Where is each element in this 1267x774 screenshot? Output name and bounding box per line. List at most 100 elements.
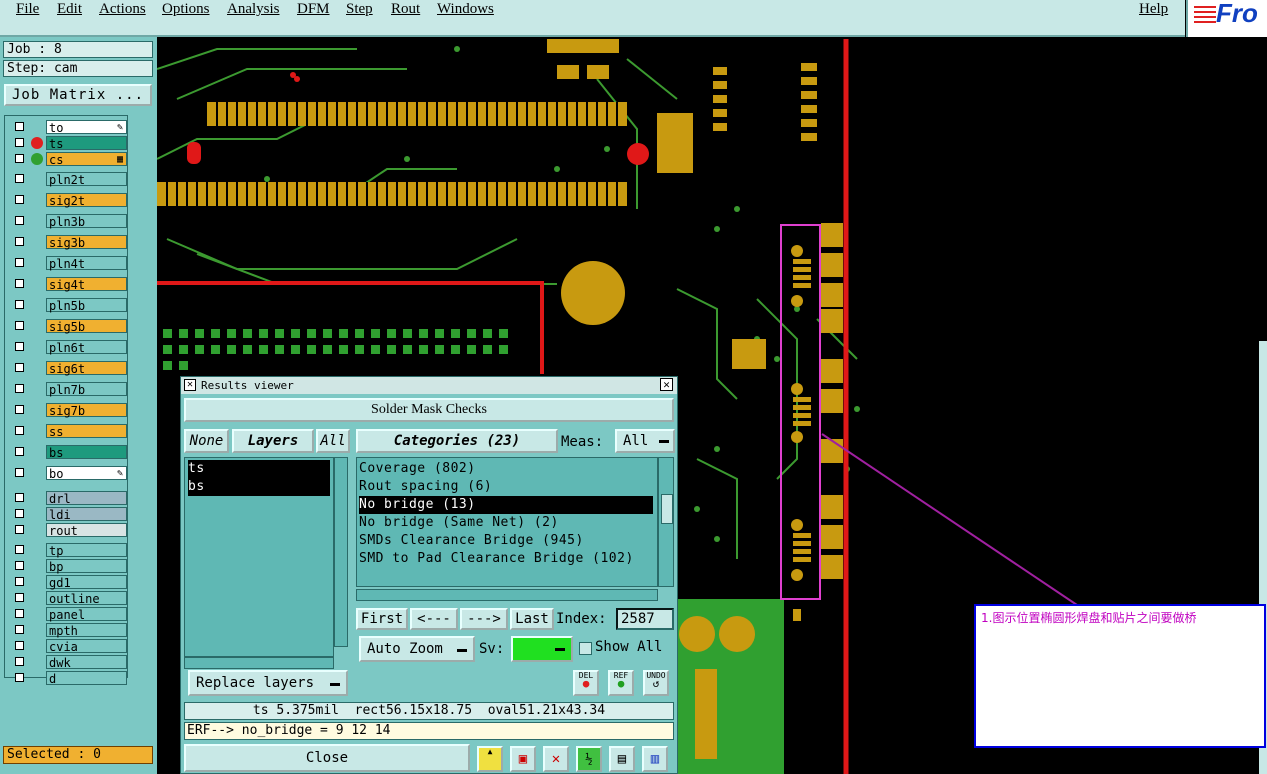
category-item[interactable]: SMD to Pad Clearance Bridge (102) <box>359 550 653 568</box>
layer-row-pln2t[interactable]: pln2t <box>9 172 127 187</box>
layer-checkbox[interactable] <box>15 447 24 456</box>
layer-checkbox[interactable] <box>15 216 24 225</box>
no-ref-icon[interactable]: ✕ <box>543 746 569 772</box>
menu-edit[interactable]: Edit <box>57 1 82 18</box>
menu-dfm[interactable]: DFM <box>297 1 330 18</box>
layer-checkbox[interactable] <box>15 657 24 666</box>
layer-checkbox[interactable] <box>15 122 24 131</box>
layer-name[interactable]: sig6t <box>46 361 127 376</box>
layer-checkbox[interactable] <box>15 195 24 204</box>
layer-name[interactable]: pln5b <box>46 298 127 313</box>
layer-checkbox[interactable] <box>15 641 24 650</box>
layer-name[interactable]: to ✎ <box>46 120 127 135</box>
layer-name[interactable]: bp <box>46 559 127 574</box>
layer-row-bs[interactable]: bs <box>9 445 127 460</box>
layers-hscroll[interactable] <box>184 657 334 669</box>
layer-checkbox[interactable] <box>15 609 24 618</box>
category-item[interactable]: Rout spacing (6) <box>359 478 653 496</box>
layer-item-ts[interactable]: ts <box>188 460 330 478</box>
layer-name[interactable]: pln4t <box>46 256 127 271</box>
show-all-checkbox[interactable] <box>579 642 592 655</box>
layer-checkbox[interactable] <box>15 342 24 351</box>
close-button[interactable]: Close <box>184 744 470 772</box>
layer-name[interactable]: ldi <box>46 507 127 522</box>
category-item[interactable]: No bridge (13) <box>359 496 653 514</box>
layer-checkbox[interactable] <box>15 154 24 163</box>
layer-name[interactable]: pln2t <box>46 172 127 187</box>
layer-name[interactable]: outline <box>46 591 127 606</box>
layer-row-cvia[interactable]: cvia <box>9 639 127 654</box>
categories-hscroll[interactable] <box>356 589 658 601</box>
menu-actions[interactable]: Actions <box>99 1 146 18</box>
category-item[interactable]: No bridge (Same Net) (2) <box>359 514 653 532</box>
results-viewer-titlebar[interactable]: ✕ Results viewer ✕ <box>181 377 677 394</box>
layer-name[interactable]: pln3b <box>46 214 127 229</box>
layer-row-pln6t[interactable]: pln6t <box>9 340 127 355</box>
layer-checkbox[interactable] <box>15 405 24 414</box>
menu-help[interactable]: Help <box>1139 1 1168 18</box>
layer-name[interactable]: sig4t <box>46 277 127 292</box>
layer-name[interactable]: bo ✎ <box>46 466 127 481</box>
layer-checkbox[interactable] <box>15 545 24 554</box>
layer-checkbox[interactable] <box>15 593 24 602</box>
layer-row-pln3b[interactable]: pln3b <box>9 214 127 229</box>
layer-name[interactable]: bs <box>46 445 127 460</box>
menu-rout[interactable]: Rout <box>391 1 420 18</box>
layer-row-dwk[interactable]: dwk <box>9 655 127 670</box>
menu-analysis[interactable]: Analysis <box>227 1 280 18</box>
category-item[interactable]: Coverage (802) <box>359 460 653 478</box>
layer-row-rout[interactable]: rout <box>9 523 127 538</box>
layer-checkbox[interactable] <box>15 561 24 570</box>
export-icon[interactable]: ▣ <box>510 746 536 772</box>
layer-checkbox[interactable] <box>15 384 24 393</box>
layer-checkbox[interactable] <box>15 577 24 586</box>
layer-checkbox[interactable] <box>15 300 24 309</box>
next-button[interactable]: ---> <box>460 608 508 630</box>
layer-row-ldi[interactable]: ldi <box>9 507 127 522</box>
categories-vscroll[interactable] <box>658 457 674 587</box>
layer-name[interactable]: sig3b <box>46 235 127 250</box>
layer-row-sig6t[interactable]: sig6t <box>9 361 127 376</box>
layer-checkbox[interactable] <box>15 174 24 183</box>
layer-checkbox[interactable] <box>15 493 24 502</box>
scroll-thumb[interactable] <box>661 494 673 524</box>
layer-name[interactable]: d <box>46 671 127 686</box>
layer-row-outline[interactable]: outline <box>9 591 127 606</box>
layer-row-cs[interactable]: cs ▦ <box>9 152 127 167</box>
layers-list[interactable]: ts bs <box>184 457 334 657</box>
layer-row-to[interactable]: to ✎ <box>9 120 127 135</box>
solder-mask-checks-button[interactable]: Solder Mask Checks <box>184 398 674 422</box>
layer-row-mpth[interactable]: mpth <box>9 623 127 638</box>
layer-name[interactable]: sig2t <box>46 193 127 208</box>
report-icon[interactable]: ▤ <box>609 746 635 772</box>
layer-name[interactable]: dwk <box>46 655 127 670</box>
layers-vscroll[interactable] <box>334 457 348 647</box>
category-item[interactable]: SMDs Clearance Bridge (945) <box>359 532 653 550</box>
prev-button[interactable]: <--- <box>410 608 458 630</box>
layer-checkbox[interactable] <box>15 138 24 147</box>
layer-checkbox[interactable] <box>15 509 24 518</box>
job-matrix-button[interactable]: Job Matrix ... <box>4 84 152 106</box>
close-icon[interactable]: ✕ <box>660 378 673 391</box>
menu-windows[interactable]: Windows <box>437 1 494 18</box>
layer-row-panel[interactable]: panel <box>9 607 127 622</box>
index-input[interactable]: 2587 <box>616 608 674 630</box>
layer-checkbox[interactable] <box>15 321 24 330</box>
layer-row-sig3b[interactable]: sig3b <box>9 235 127 250</box>
layer-row-tp[interactable]: tp <box>9 543 127 558</box>
layer-row-pln7b[interactable]: pln7b <box>9 382 127 397</box>
layer-row-sig5b[interactable]: sig5b <box>9 319 127 334</box>
last-button[interactable]: Last <box>510 608 554 630</box>
layer-name[interactable]: rout <box>46 523 127 538</box>
layer-name[interactable]: cs ▦ <box>46 152 127 167</box>
layer-name[interactable]: pln6t <box>46 340 127 355</box>
layer-name[interactable]: panel <box>46 607 127 622</box>
layers-none-button[interactable]: None <box>184 429 229 453</box>
layer-name[interactable]: ss <box>46 424 127 439</box>
layer-row-bp[interactable]: bp <box>9 559 127 574</box>
menu-options[interactable]: Options <box>162 1 210 18</box>
undo-button[interactable]: UNDO ↺ <box>643 670 669 696</box>
layer-row-sig7b[interactable]: sig7b <box>9 403 127 418</box>
layer-name[interactable]: sig7b <box>46 403 127 418</box>
layer-row-drl[interactable]: drl <box>9 491 127 506</box>
